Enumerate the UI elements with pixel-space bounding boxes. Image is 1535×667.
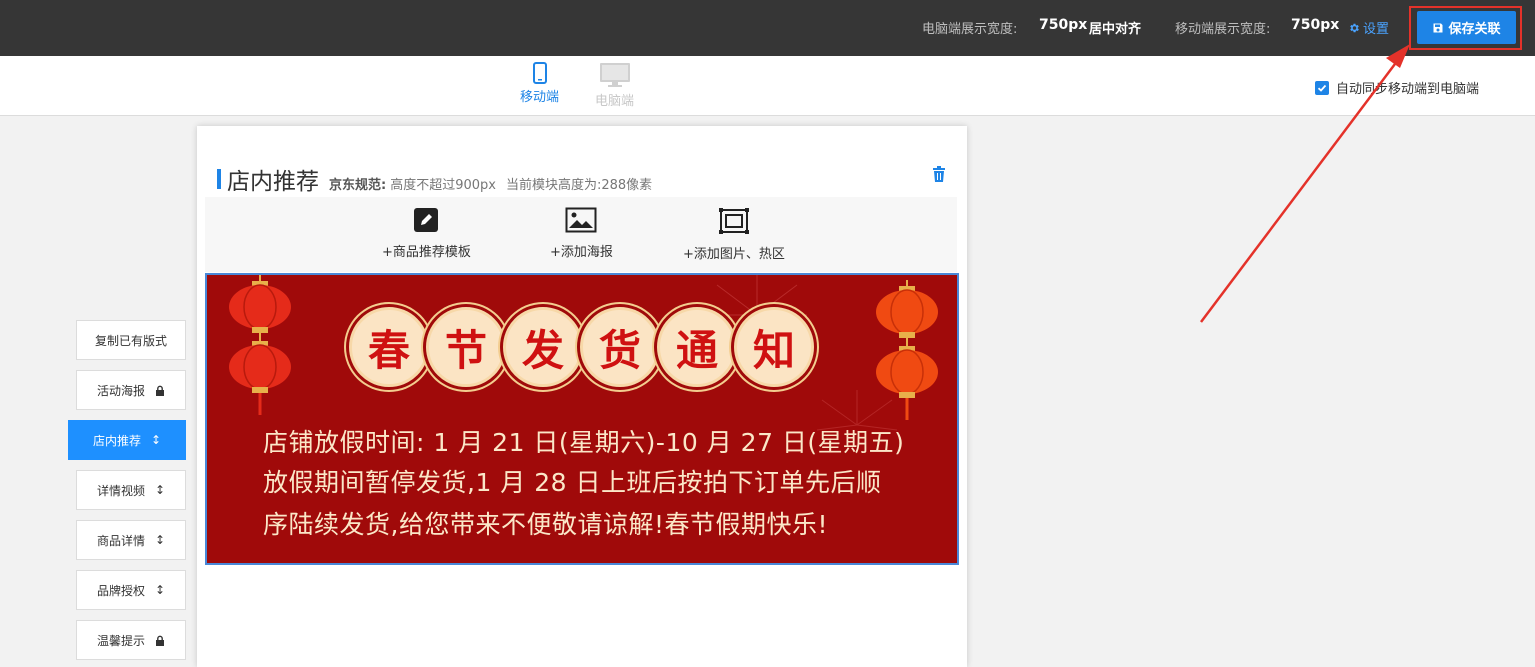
banner-text-line: 序陆续发货,给您带来不便敬请谅解!春节假期快乐! bbox=[263, 510, 828, 539]
menu-item-label: 温馨提示 bbox=[96, 633, 145, 648]
move-vertical-icon[interactable]: ↕ bbox=[155, 584, 165, 596]
title-char: 通 bbox=[657, 307, 737, 387]
lock-icon bbox=[156, 385, 164, 396]
menu-item-label: 商品详情 bbox=[96, 533, 145, 548]
mobile-width-value: 750px bbox=[1291, 17, 1340, 33]
menu-brand-auth[interactable]: 品牌授权 ↕ bbox=[76, 570, 186, 610]
title-accent-bar bbox=[217, 169, 221, 189]
menu-item-label: 复制已有版式 bbox=[94, 333, 167, 348]
save-association-button[interactable]: 保存关联 bbox=[1417, 11, 1516, 44]
auto-sync-checkbox[interactable] bbox=[1315, 80, 1329, 95]
auto-sync-option[interactable]: 自动同步移动端到电脑端 bbox=[1315, 78, 1479, 97]
tab-mobile[interactable]: 移动端 bbox=[520, 62, 559, 105]
banner-title: 春 节 发 货 通 知 bbox=[349, 307, 814, 387]
spec-label: 京东规范: bbox=[329, 178, 387, 193]
save-button-label: 保存关联 bbox=[1448, 22, 1501, 37]
menu-store-recommend[interactable]: 店内推荐 ↕ bbox=[68, 420, 186, 460]
banner-text-line: 放假期间暂停发货,1 月 28 日上班后按拍下订单先后顺 bbox=[263, 468, 882, 497]
menu-product-detail[interactable]: 商品详情 ↕ bbox=[76, 520, 186, 560]
editor-canvas: 店内推荐 京东规范: 高度不超过900px 当前模块高度为:288像素 +商品推… bbox=[197, 126, 967, 667]
mobile-phone-icon bbox=[532, 62, 547, 84]
menu-item-label: 详情视频 bbox=[96, 483, 145, 498]
trash-icon[interactable] bbox=[932, 166, 946, 182]
menu-detail-video[interactable]: 详情视频 ↕ bbox=[76, 470, 186, 510]
red-lantern-icon bbox=[876, 280, 938, 420]
title-char: 春 bbox=[349, 307, 429, 387]
red-lantern-icon bbox=[229, 275, 291, 415]
add-product-template-button[interactable]: +商品推荐模板 bbox=[382, 207, 471, 260]
device-bar: 移动端 电脑端 自动同步移动端到电脑端 bbox=[0, 56, 1535, 116]
add-poster-button[interactable]: +添加海报 bbox=[550, 207, 613, 260]
tool-label: +添加图片、热区 bbox=[683, 247, 785, 262]
module-title: 店内推荐 bbox=[227, 169, 319, 195]
move-vertical-icon[interactable]: ↕ bbox=[151, 434, 161, 446]
menu-item-label: 品牌授权 bbox=[96, 583, 145, 598]
gear-icon bbox=[1350, 23, 1359, 32]
add-image-hotspot-button[interactable]: +添加图片、热区 bbox=[683, 207, 785, 262]
pc-align-option[interactable]: 居中对齐 bbox=[1089, 18, 1141, 37]
tab-pc[interactable]: 电脑端 bbox=[595, 62, 634, 109]
top-toolbar: 电脑端展示宽度: 750px 居中对齐 移动端展示宽度: 750px 设置 保存… bbox=[0, 0, 1535, 56]
title-char: 节 bbox=[426, 307, 506, 387]
tool-label: +添加海报 bbox=[550, 245, 613, 260]
auto-sync-label: 自动同步移动端到电脑端 bbox=[1336, 82, 1480, 97]
menu-item-label: 活动海报 bbox=[96, 383, 145, 398]
settings-label: 设置 bbox=[1363, 22, 1390, 37]
move-vertical-icon[interactable]: ↕ bbox=[155, 484, 165, 496]
tab-pc-label: 电脑端 bbox=[595, 94, 635, 109]
menu-activity-poster[interactable]: 活动海报 bbox=[76, 370, 186, 410]
module-tools: +商品推荐模板 +添加海报 +添加图片、热区 bbox=[205, 197, 957, 272]
holiday-notice-banner[interactable]: 春 节 发 货 通 知 店铺放假时间: 1 月 21 日(星期六)-10 月 2… bbox=[205, 273, 959, 565]
settings-link[interactable]: 设置 bbox=[1348, 18, 1389, 37]
lock-icon bbox=[156, 635, 164, 646]
menu-copy-layout[interactable]: 复制已有版式 bbox=[76, 320, 186, 360]
move-vertical-icon[interactable]: ↕ bbox=[155, 534, 165, 546]
module-header: 店内推荐 京东规范: 高度不超过900px 当前模块高度为:288像素 bbox=[217, 162, 662, 196]
edit-pencil-icon bbox=[414, 208, 439, 232]
checkmark-icon bbox=[1317, 84, 1327, 92]
pc-width-label: 电脑端展示宽度: bbox=[922, 22, 1018, 37]
spec-text: 高度不超过900px bbox=[390, 178, 496, 193]
tool-label: +商品推荐模板 bbox=[382, 245, 471, 260]
hotspot-crop-icon bbox=[718, 208, 749, 234]
floppy-disk-icon bbox=[1433, 23, 1443, 32]
menu-warm-tips[interactable]: 温馨提示 bbox=[76, 620, 186, 660]
pc-width-value: 750px bbox=[1039, 17, 1088, 33]
tab-mobile-label: 移动端 bbox=[520, 90, 560, 105]
banner-text-line: 店铺放假时间: 1 月 21 日(星期六)-10 月 27 日(星期五) bbox=[263, 428, 905, 457]
title-char: 货 bbox=[580, 307, 660, 387]
title-char: 知 bbox=[734, 307, 814, 387]
current-height: 当前模块高度为:288像素 bbox=[505, 178, 653, 193]
title-char: 发 bbox=[503, 307, 583, 387]
menu-item-label: 店内推荐 bbox=[92, 433, 141, 448]
mobile-width-label: 移动端展示宽度: bbox=[1175, 22, 1271, 37]
image-icon bbox=[565, 207, 597, 233]
desktop-monitor-icon bbox=[599, 63, 630, 87]
